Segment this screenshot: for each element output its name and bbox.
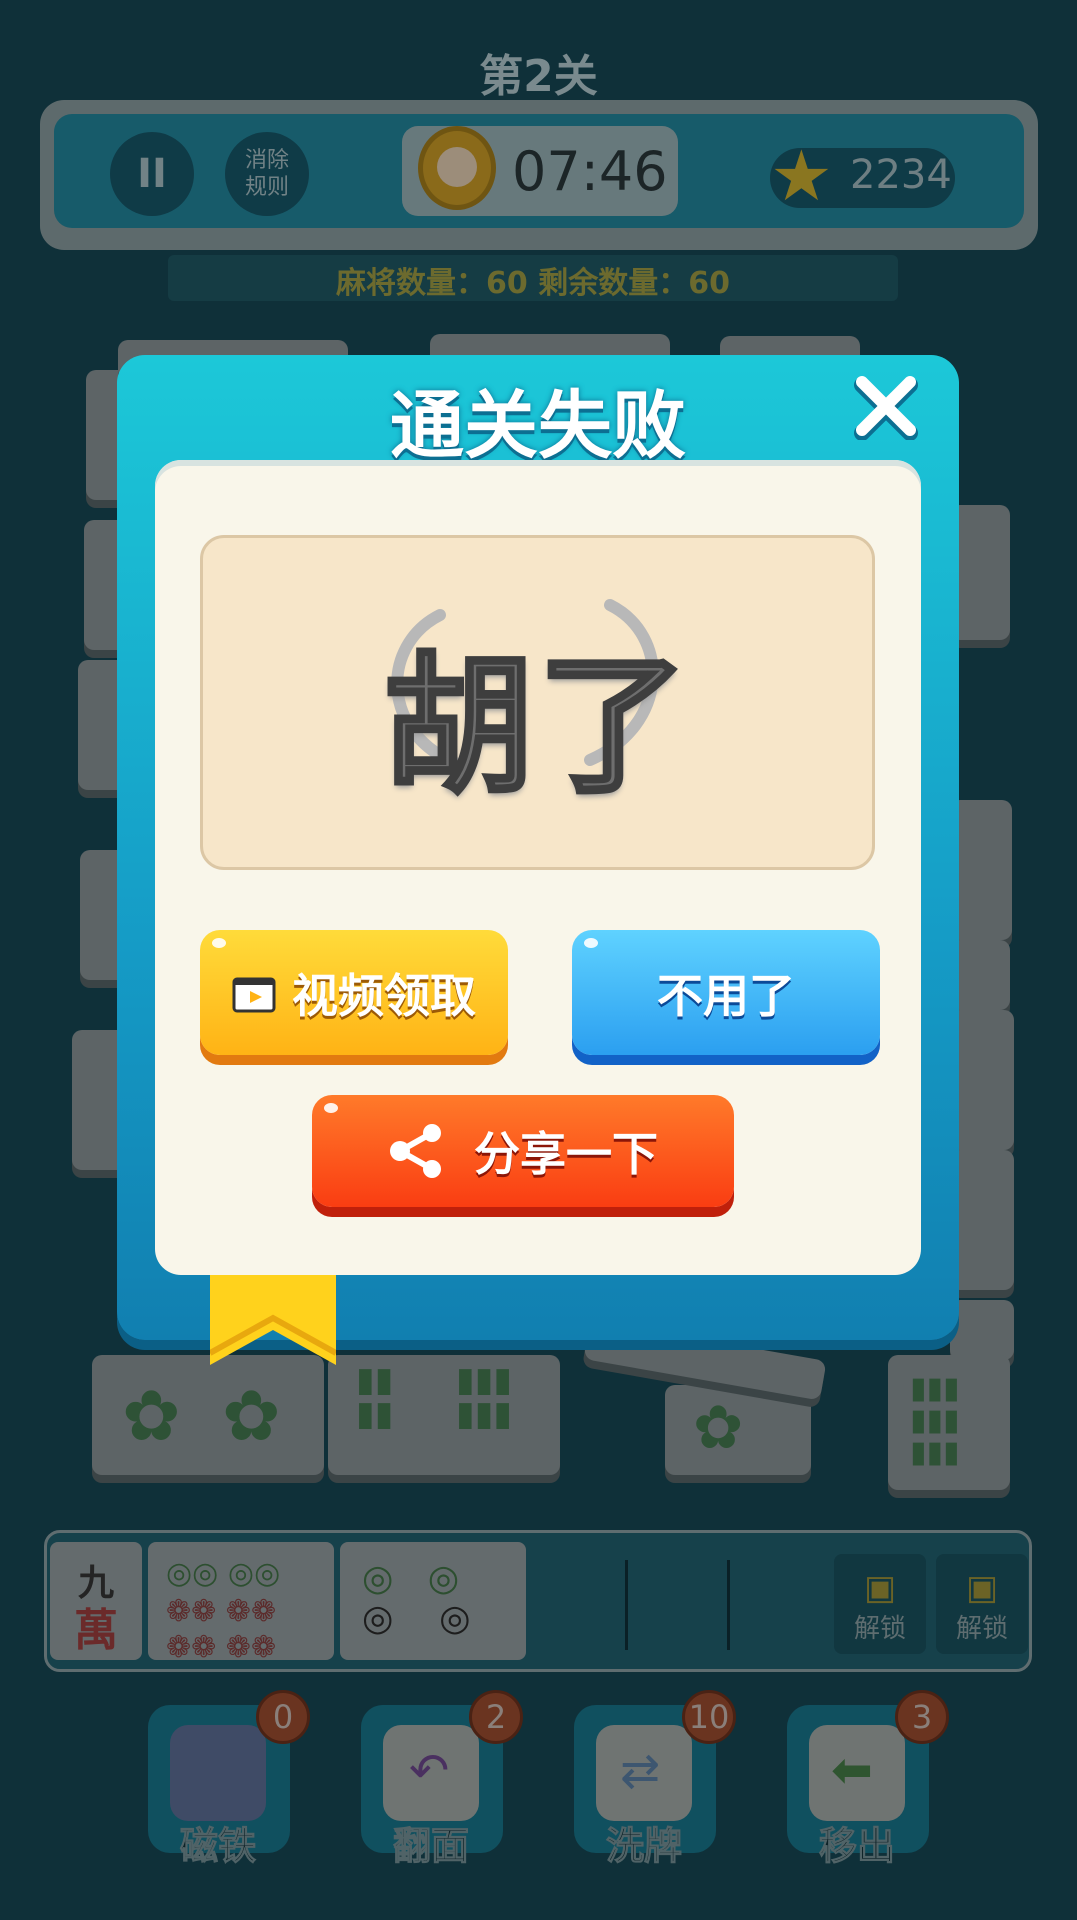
unlock-label: 解锁 [955, 1614, 1008, 1644]
flip-tool-label: 翻面 [392, 1824, 469, 1869]
unlock-slot-2[interactable]: ▣ 解锁 [936, 1554, 1028, 1654]
bamboo-tile-glyph: ▮▮ ▮▮ [356, 1360, 394, 1434]
level-title: 第2关 [479, 51, 598, 102]
circle-dots-icon: ◎◎ ◎◎ [166, 1556, 281, 1591]
unlock-slot-1[interactable]: ▣ 解锁 [834, 1554, 926, 1654]
board-tile[interactable] [950, 800, 1012, 940]
star-icon: ★ [770, 135, 833, 217]
circle-dots-icon: ◎ ◎ [362, 1558, 460, 1599]
circle-dots-icon: ◎ ◎ [362, 1598, 471, 1639]
bamboo-tile-glyph: ▮▮▮ ▮▮▮ ▮▮▮ [910, 1371, 960, 1470]
share-icon [390, 1124, 441, 1178]
tray-divider [727, 1560, 730, 1650]
share-button[interactable]: 分享一下 [312, 1095, 734, 1207]
board-tile[interactable]: ✿ [665, 1385, 811, 1475]
close-icon[interactable] [852, 372, 920, 440]
move-out-icon: ⬅ [809, 1725, 905, 1821]
bamboo-tile-glyph: ▮▮▮ ▮▮▮ [456, 1360, 513, 1434]
move-out-tool-label: 移出 [818, 1824, 895, 1869]
rules-label-line-2: 规则 [244, 175, 289, 200]
ribbon-decoration [210, 1275, 336, 1365]
button-gloss [584, 938, 598, 948]
pause-button[interactable]: II [110, 132, 194, 216]
board-tile[interactable]: ▮▮ ▮▮ ▮▮▮ ▮▮▮ [328, 1355, 560, 1475]
wan-character: 萬 [74, 1605, 118, 1656]
bird-tile-glyph: ✿ [693, 1393, 744, 1463]
shuffle-tool-label: 洗牌 [605, 1824, 682, 1869]
magnet-icon [170, 1725, 266, 1821]
film-clip-icon [232, 977, 276, 1012]
decline-button[interactable]: 不用了 [572, 930, 880, 1055]
dialog-title: 通关失败 [390, 383, 686, 469]
video-icon: ▣ [965, 1568, 999, 1608]
video-claim-button[interactable]: 视频领取 [200, 930, 508, 1055]
move-out-tool-count: 3 [895, 1690, 949, 1744]
rules-label-line-1: 消除 [244, 148, 289, 173]
pause-icon: II [137, 151, 167, 197]
tile-count-text: 麻将数量：60 剩余数量：60 [336, 266, 730, 301]
shuffle-tool-count: 10 [682, 1690, 736, 1744]
board-tile[interactable]: ✿ ✿ [92, 1355, 324, 1475]
board-tile[interactable] [950, 1010, 1014, 1150]
flip-icon: ↶ [383, 1725, 479, 1821]
bird-tile-glyph: ✿ [122, 1375, 181, 1457]
shuffle-icon: ⇄ [596, 1725, 692, 1821]
button-gloss [324, 1103, 338, 1113]
board-tile[interactable]: ▮▮▮ ▮▮▮ ▮▮▮ [888, 1355, 1010, 1490]
board-tile[interactable] [950, 505, 1010, 640]
video-icon: ▣ [863, 1568, 897, 1608]
tray-slot-circles-b[interactable]: ◎ ◎ ◎ ◎ [340, 1542, 526, 1660]
timer-text: 07:46 [512, 140, 668, 203]
rules-button[interactable]: 消除 规则 [225, 132, 309, 216]
stopwatch-icon [418, 126, 496, 210]
star-count: 2234 [850, 152, 952, 198]
magnet-tool-count: 0 [256, 1690, 310, 1744]
tray-slot-wan[interactable]: 九 萬 [50, 1542, 142, 1660]
video-claim-label: 视频领取 [292, 968, 476, 1023]
magnet-tool-label: 磁铁 [179, 1824, 256, 1869]
share-label: 分享一下 [474, 1127, 658, 1181]
flip-tool-count: 2 [469, 1690, 523, 1744]
board-tile[interactable] [950, 940, 1010, 1010]
button-gloss [212, 938, 226, 948]
result-text: 胡了 [381, 638, 692, 816]
tray-slot-circles-a[interactable]: ◎◎ ◎◎ ❁❁ ❁❁ ❁❁ ❁❁ [148, 1542, 334, 1665]
decline-label: 不用了 [657, 968, 795, 1023]
board-tile[interactable] [950, 1150, 1014, 1290]
bird-tile-glyph: ✿ [222, 1375, 281, 1457]
unlock-label: 解锁 [853, 1614, 906, 1644]
circle-dots-icon: ❁❁ ❁❁ ❁❁ ❁❁ [166, 1594, 277, 1665]
tray-divider [625, 1560, 628, 1650]
board-tile[interactable] [950, 1300, 1014, 1360]
